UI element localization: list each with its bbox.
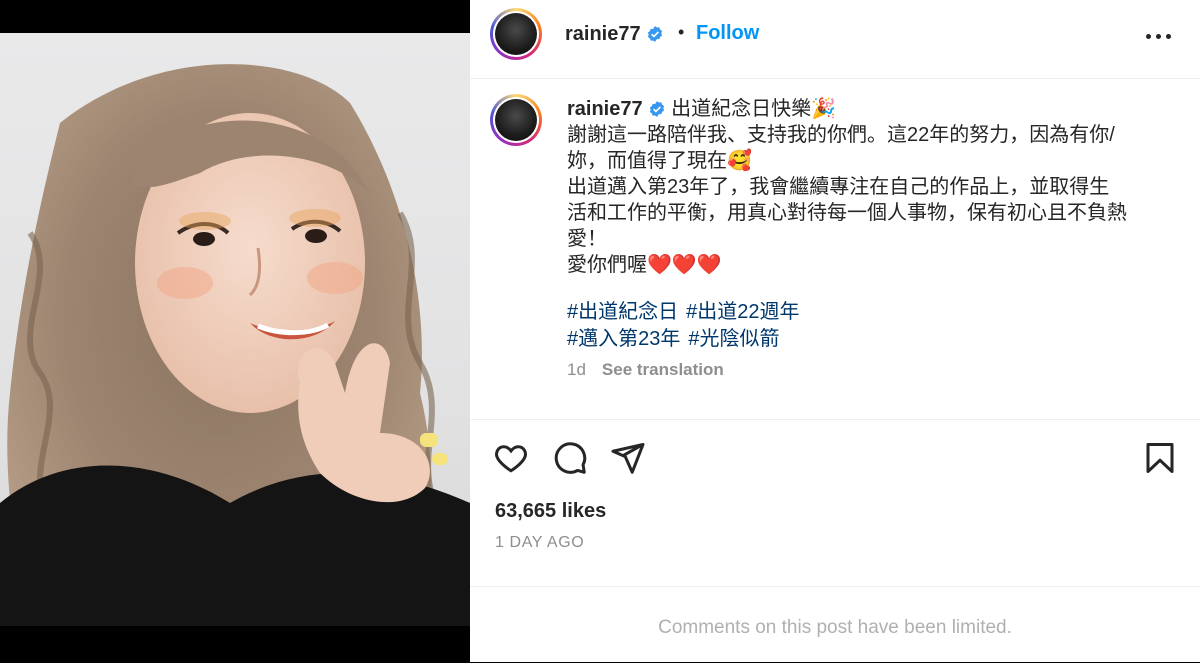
heart-icon[interactable] <box>493 440 529 476</box>
photo-illustration <box>0 64 470 626</box>
avatar-image <box>495 99 537 141</box>
more-options-icon[interactable] <box>1144 24 1174 48</box>
caption-line: 愛！ <box>567 228 607 250</box>
caption-line: 愛你們喔❤️❤️❤️ <box>567 254 722 276</box>
comments-limited-notice: Comments on this post have been limited. <box>658 617 1012 638</box>
post-header: rainie77 • Follow <box>470 0 1200 79</box>
username-text[interactable]: rainie77 <box>565 23 641 45</box>
hashtag-link[interactable]: #邁入第23年 <box>567 328 680 350</box>
post-age-short[interactable]: 1d <box>567 360 586 379</box>
post-photo[interactable] <box>0 33 470 626</box>
action-bar <box>470 420 1200 500</box>
like-count[interactable]: 63,665 likes <box>495 500 606 523</box>
caption-section: rainie77 出道紀念日快樂🎉 謝謝這一路陪伴我、支持我的你們。這22年的努… <box>470 79 1200 420</box>
post-timestamp: 1 DAY AGO <box>495 534 585 551</box>
hashtag-link[interactable]: #出道22週年 <box>686 301 799 323</box>
caption-username[interactable]: rainie77 <box>567 98 643 120</box>
photo-container <box>0 0 470 662</box>
avatar[interactable] <box>490 8 542 60</box>
see-translation-link[interactable]: See translation <box>602 360 724 379</box>
hashtag-link[interactable]: #光陰似箭 <box>688 328 779 350</box>
comment-icon[interactable] <box>552 440 588 476</box>
avatar-image <box>495 13 537 55</box>
caption-meta: 1d See translation <box>567 360 724 380</box>
hashtag-list: #出道紀念日 #出道22週年 #邁入第23年 #光陰似箭 <box>567 299 808 353</box>
instagram-post-view: rainie77 • Follow rainie77 出道紀念日快樂🎉 謝謝這一… <box>0 0 1200 662</box>
header-username[interactable]: rainie77 <box>565 23 664 46</box>
post-side-panel: rainie77 • Follow rainie77 出道紀念日快樂🎉 謝謝這一… <box>470 0 1200 662</box>
caption-text: rainie77 出道紀念日快樂🎉 謝謝這一路陪伴我、支持我的你們。這22年的努… <box>567 96 1167 278</box>
caption-line: 妳，而值得了現在🥰 <box>567 150 752 172</box>
hashtag-row: #邁入第23年 #光陰似箭 <box>567 326 808 353</box>
caption-avatar[interactable] <box>490 94 542 146</box>
separator-dot: • <box>678 22 685 42</box>
caption-line: rainie77 出道紀念日快樂🎉 <box>567 96 1167 122</box>
hashtag-row: #出道紀念日 #出道22週年 <box>567 299 808 326</box>
hashtag-link[interactable]: #出道紀念日 <box>567 301 678 323</box>
verified-badge-icon <box>649 101 664 117</box>
follow-button[interactable]: Follow <box>696 22 759 45</box>
share-icon[interactable] <box>610 440 646 476</box>
bookmark-icon[interactable] <box>1142 440 1178 476</box>
caption-line: 出道邁入第23年了，我會繼續專注在自己的作品上，並取得生 <box>567 176 1110 198</box>
caption-line: 謝謝這一路陪伴我、支持我的你們。這22年的努力，因為有你/ <box>567 124 1115 146</box>
verified-badge-icon <box>647 26 662 42</box>
caption-line-text: 出道紀念日快樂🎉 <box>671 98 837 120</box>
comments-section: Comments on this post have been limited. <box>470 586 1200 663</box>
caption-line: 活和工作的平衡，用真心對待每一個人事物，保有初心且不負熱 <box>567 202 1127 224</box>
